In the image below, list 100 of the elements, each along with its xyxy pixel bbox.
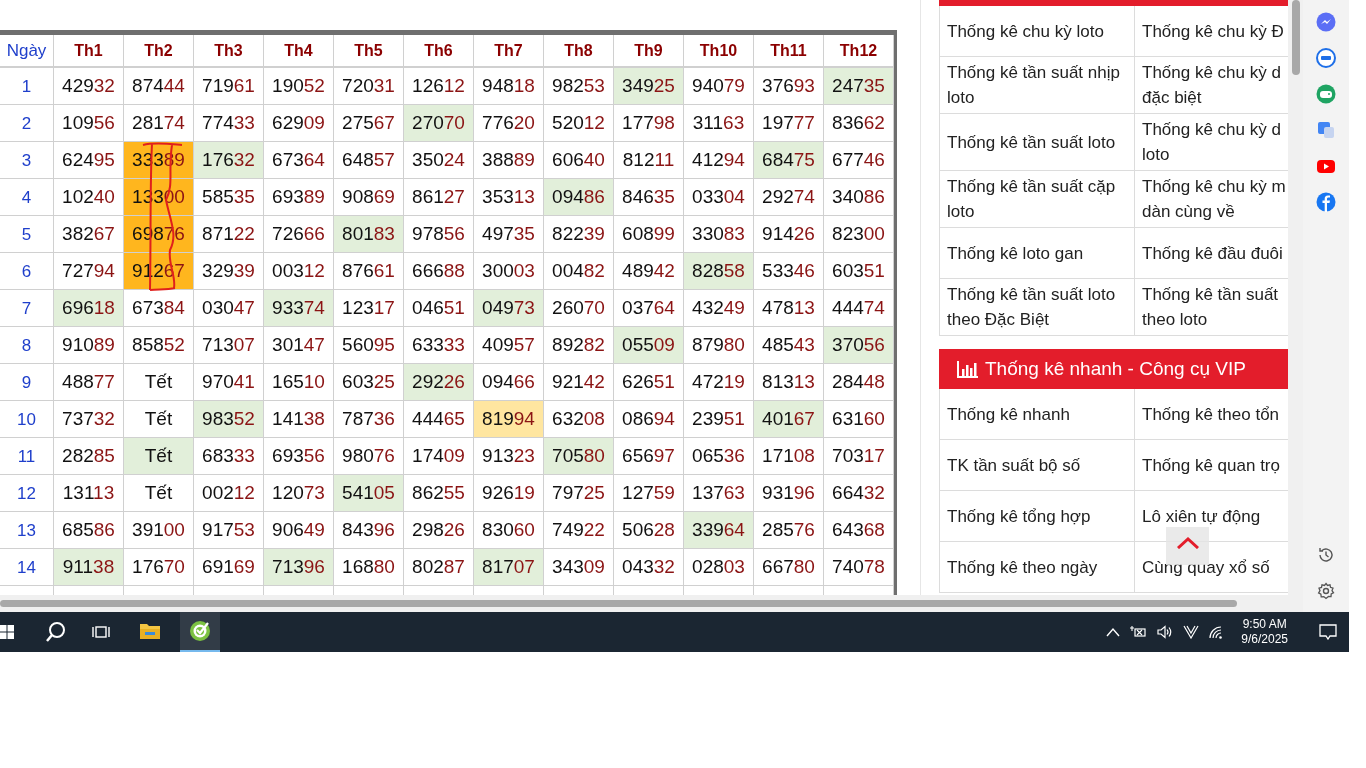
- task-view-icon[interactable]: [92, 624, 110, 640]
- stats-link[interactable]: Thống kê tần suất cặp loto: [947, 174, 1116, 224]
- clock-date[interactable]: 9/6/2025: [1241, 632, 1288, 647]
- messenger-icon[interactable]: [1316, 12, 1336, 32]
- table-cell: 83060: [474, 512, 544, 549]
- column-header: Th1: [74, 40, 103, 61]
- column-header: Th8: [564, 40, 593, 61]
- notification-icon[interactable]: [1319, 624, 1337, 640]
- table-cell: 86127: [404, 179, 474, 216]
- battery-icon[interactable]: [1129, 625, 1148, 639]
- day-number: 10: [17, 409, 36, 431]
- stats-link[interactable]: Thống kê nhanh: [947, 401, 1070, 427]
- table-cell: 92619: [474, 475, 544, 512]
- table-cell: 10956: [54, 105, 124, 142]
- bar-chart-icon: [957, 360, 979, 378]
- history-icon[interactable]: [1317, 546, 1335, 564]
- table-cell: 04973: [474, 290, 544, 327]
- table-cell: 27070: [404, 105, 474, 142]
- stats-link[interactable]: Thống kê theo tổn: [1142, 401, 1280, 427]
- column-header: Th4: [284, 40, 313, 61]
- table-cell: 35313: [474, 179, 544, 216]
- stats-link[interactable]: Thống kê quan trọ: [1142, 452, 1280, 478]
- table-cell: 97856: [404, 216, 474, 253]
- table-cell: 12073: [264, 475, 334, 512]
- table-cell: 63208: [544, 401, 614, 438]
- taskbar-app-button[interactable]: [180, 612, 220, 652]
- wifi-icon[interactable]: [1208, 625, 1225, 639]
- table-cell: 27567: [334, 105, 404, 142]
- column-header: Th2: [144, 40, 173, 61]
- table-cell: 67746: [824, 142, 894, 179]
- stats-link[interactable]: Thống kê chu kỳ d đặc biệt: [1142, 60, 1281, 110]
- table-cell: 85852: [124, 327, 194, 364]
- table-cell: 69356: [264, 438, 334, 475]
- column-header: Th12: [839, 40, 878, 61]
- stats-link[interactable]: Thống kê tần suất loto: [947, 129, 1116, 155]
- stats-link[interactable]: Thống kê đầu đuôi: [1142, 240, 1283, 266]
- table-cell: 78736: [334, 401, 404, 438]
- table-cell: 47219: [684, 364, 754, 401]
- clock-time[interactable]: 9:50 AM: [1242, 617, 1287, 632]
- table-cell: 74922: [544, 512, 614, 549]
- table-cell: 90649: [264, 512, 334, 549]
- table-cell: 48877: [54, 364, 124, 401]
- table-cell: 91426: [754, 216, 824, 253]
- stats-link[interactable]: Thống kê loto gan: [947, 240, 1084, 266]
- table-cell: 98253: [544, 68, 614, 105]
- table-cell: 44474: [824, 290, 894, 327]
- column-header: Th3: [214, 40, 243, 61]
- stats-link[interactable]: Cùng quay xổ số: [1142, 554, 1270, 580]
- social-icon[interactable]: [1316, 192, 1336, 212]
- v-shape-icon[interactable]: [1183, 625, 1200, 639]
- table-cell: 02803: [684, 549, 754, 586]
- settings-icon[interactable]: [1317, 582, 1335, 600]
- stats-link[interactable]: Lô xiên tự động: [1142, 503, 1261, 529]
- table-cell: 60351: [824, 253, 894, 290]
- table-cell: 00482: [544, 253, 614, 290]
- column-header: Th5: [354, 40, 383, 61]
- stats-link[interactable]: TK tần suất bộ số: [947, 452, 1081, 478]
- table-cell: 60640: [544, 142, 614, 179]
- table-cell: 12612: [404, 68, 474, 105]
- day-number: 13: [17, 520, 36, 542]
- stats-link[interactable]: Thống kê chu kỳ d loto: [1142, 117, 1281, 167]
- table-cell: 26070: [544, 290, 614, 327]
- day-number: 5: [21, 224, 32, 246]
- table-cell: 29826: [404, 512, 474, 549]
- search-icon[interactable]: [45, 621, 67, 643]
- table-cell: 81313: [754, 364, 824, 401]
- vertical-scrollbar[interactable]: [1288, 0, 1303, 612]
- table-cell: 91089: [54, 327, 124, 364]
- table-cell: 82300: [824, 216, 894, 253]
- table-cell: 29226: [404, 364, 474, 401]
- game-controller-icon[interactable]: [1316, 84, 1336, 104]
- translate-icon[interactable]: [1316, 120, 1336, 140]
- stats-link[interactable]: Thống kê chu kỳ m dàn cùng về: [1142, 174, 1286, 224]
- table-cell: 33083: [684, 216, 754, 253]
- table-cell: 00212: [194, 475, 264, 512]
- table-cell: 91138: [54, 549, 124, 586]
- table-cell: 94818: [474, 68, 544, 105]
- table-cell: 32939: [194, 253, 264, 290]
- horizontal-scrollbar[interactable]: [0, 595, 1288, 612]
- day-number: 9: [21, 372, 32, 394]
- table-cell: 82239: [544, 216, 614, 253]
- stats-link[interactable]: Thống kê tần suất theo loto: [1142, 282, 1279, 332]
- stats-link[interactable]: Thống kê chu kỳ loto: [947, 18, 1104, 44]
- windows-start-icon[interactable]: [0, 625, 14, 639]
- chevron-up-icon[interactable]: [1106, 627, 1121, 637]
- chat-app-icon[interactable]: [1316, 48, 1336, 68]
- table-cell: Tết: [124, 364, 194, 401]
- table-cell: Tết: [124, 438, 194, 475]
- day-number: 11: [17, 446, 36, 468]
- stats-link[interactable]: Thống kê tổng hợp: [947, 503, 1091, 529]
- table-cell: 12317: [334, 290, 404, 327]
- table-cell: 91753: [194, 512, 264, 549]
- stats-link[interactable]: Thống kê tần suất loto theo Đặc Biệt: [947, 282, 1116, 332]
- table-cell: 14138: [264, 401, 334, 438]
- table-cell: 44465: [404, 401, 474, 438]
- stats-link[interactable]: Thống kê theo ngày: [947, 554, 1098, 580]
- stats-link[interactable]: Thống kê tần suất nhịp loto: [947, 60, 1120, 110]
- table-cell: 24735: [824, 68, 894, 105]
- stats-link[interactable]: Thống kê chu kỳ Đ: [1142, 18, 1284, 44]
- table-cell: 48543: [754, 327, 824, 364]
